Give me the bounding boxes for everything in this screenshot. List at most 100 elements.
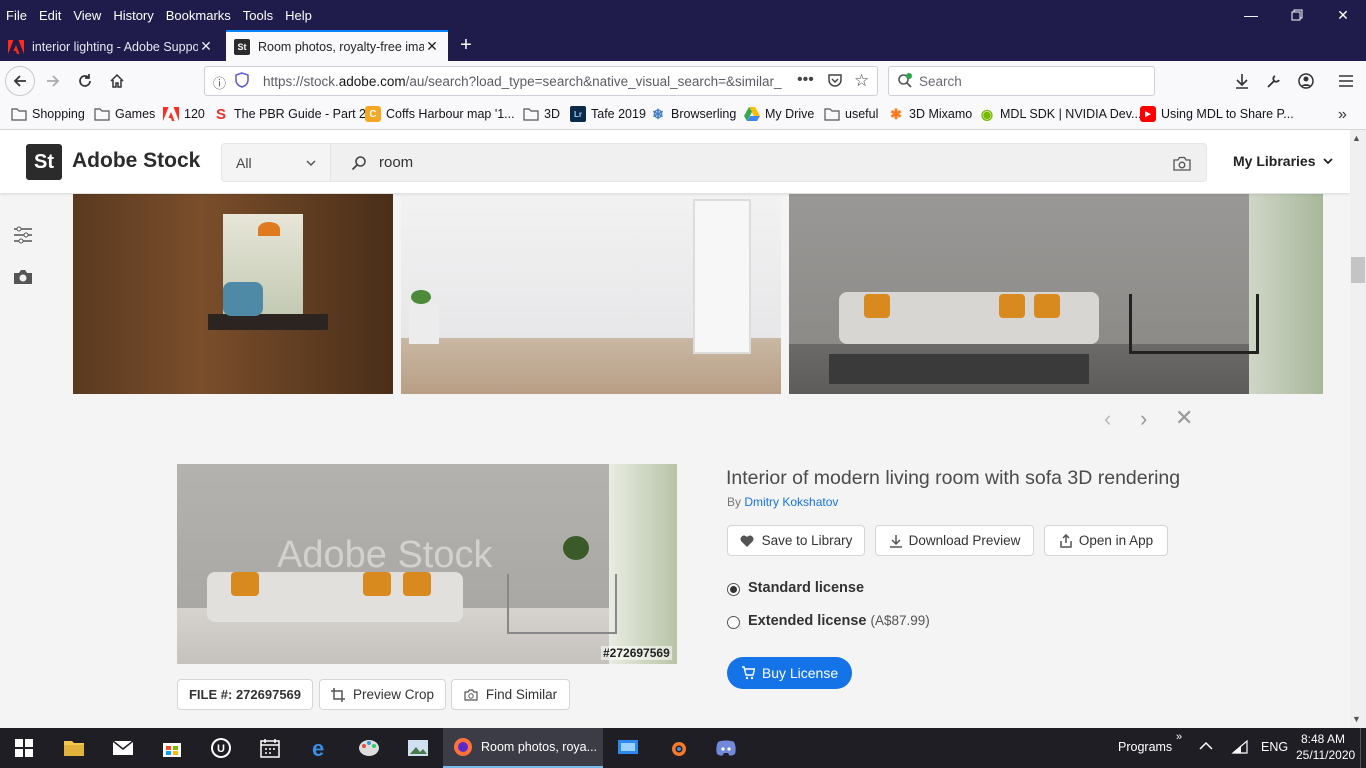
menu-bookmarks[interactable]: Bookmarks [160,8,237,23]
preview-image[interactable]: Adobe Stock #272697569 [177,464,677,664]
tab-interior-lighting[interactable]: interior lighting - Adobe Suppo ✕ [0,32,222,61]
vertical-scrollbar[interactable] [1350,130,1366,728]
language-indicator[interactable]: ENG [1261,740,1288,754]
file-explorer-icon[interactable] [50,728,98,768]
menu-file[interactable]: File [0,8,33,23]
my-libraries-menu[interactable]: My Libraries [1233,153,1334,169]
download-preview-button[interactable]: Download Preview [875,525,1034,556]
network-icon[interactable] [1231,739,1249,758]
programs-overflow-icon[interactable]: » [1176,731,1182,743]
tray-chevron-up-icon[interactable] [1199,740,1213,754]
close-tab-icon[interactable]: ✕ [198,38,214,55]
programs-toolbar[interactable]: Programs [1118,740,1172,754]
save-to-library-button[interactable]: Save to Library [727,525,865,556]
bookmark-mdl-sdk[interactable]: ◉ MDL SDK | NVIDIA Dev... [979,106,1142,122]
edge-icon[interactable]: e [296,728,344,768]
restore-icon[interactable] [1274,0,1320,30]
tab-adobe-stock[interactable]: St Room photos, royalty-free ima ✕ [226,30,448,61]
result-thumbnail-window-boy[interactable] [73,194,393,394]
bookmark-star-icon[interactable]: ☆ [854,71,869,91]
home-icon[interactable] [102,66,132,96]
standard-license-radio[interactable] [727,583,740,596]
preview-crop-label: Preview Crop [352,687,435,702]
adobe-stock-logo-text[interactable]: Adobe Stock [72,149,200,173]
hamburger-menu-icon[interactable] [1331,66,1361,96]
show-desktop-button[interactable] [1360,728,1366,768]
author-link[interactable]: Dmitry Kokshatov [744,495,838,509]
previous-icon[interactable]: ‹ [1104,406,1111,432]
plant-image [411,290,431,304]
close-tab-icon[interactable]: ✕ [424,38,440,55]
mail-icon[interactable] [99,728,147,768]
paint-icon[interactable] [345,728,393,768]
adobe-stock-logo-badge[interactable]: St [26,144,62,180]
image-viewer-icon[interactable] [394,728,442,768]
share-icon [1059,533,1073,548]
find-similar-button[interactable]: Find Similar [451,679,570,710]
bookmark-my-drive[interactable]: My Drive [744,106,814,122]
menu-help[interactable]: Help [279,8,318,23]
forward-icon[interactable] [38,66,68,96]
bookmark-browserling[interactable]: ❄ Browserling [650,106,736,122]
result-thumbnail-living-room[interactable] [789,194,1323,394]
account-icon[interactable] [1291,66,1321,96]
menu-tools[interactable]: Tools [237,8,279,23]
minimize-icon[interactable]: — [1228,0,1274,30]
bookmark-label: The PBR Guide - Part 2 [234,107,367,121]
taskbar-firefox-active[interactable]: Room photos, roya... [443,728,603,768]
unreal-engine-icon[interactable]: U [197,728,245,768]
extended-license-option[interactable]: Extended license (A$87.99) [748,613,930,629]
bookmark-using-mdl[interactable]: ▶ Using MDL to Share P... [1140,106,1294,122]
bookmark-tafe-2019[interactable]: Lr Tafe 2019 [570,106,646,122]
calendar-icon[interactable] [246,728,294,768]
camera-search-icon[interactable] [1173,156,1191,175]
wrench-icon[interactable] [1259,66,1289,96]
menu-edit[interactable]: Edit [33,8,67,23]
bookmark-games[interactable]: Games [94,106,155,122]
remote-desktop-icon[interactable] [604,728,652,768]
stock-search-input[interactable]: room [330,143,1207,182]
buy-license-button[interactable]: Buy License [727,657,852,689]
bookmark-useful[interactable]: useful [824,106,878,122]
blender-icon[interactable] [653,728,701,768]
windows-start-icon[interactable] [0,728,48,768]
microsoft-store-icon[interactable] [148,728,196,768]
reload-icon[interactable] [70,66,100,96]
url-bar[interactable]: ⓘ https://stock.adobe.com/au/search?load… [204,66,878,96]
bookmark-3d[interactable]: 3D [523,106,560,122]
info-icon[interactable]: ⓘ [213,73,229,91]
back-icon[interactable] [5,66,35,96]
bookmark-coffs-harbour[interactable]: C Coffs Harbour map '1... [365,106,515,122]
bookmark-shopping[interactable]: Shopping [11,106,85,122]
menu-history[interactable]: History [107,8,159,23]
bookmark-mixamo[interactable]: ✱ 3D Mixamo [888,106,972,122]
search-scope-dropdown[interactable]: All [221,143,331,182]
scrollbar-thumb[interactable] [1351,257,1365,283]
result-thumbnail-empty-room[interactable] [401,194,781,394]
downloads-icon[interactable] [1227,66,1257,96]
preview-crop-button[interactable]: Preview Crop [319,679,446,710]
bookmarks-overflow-icon[interactable]: » [1338,106,1347,124]
next-icon[interactable]: › [1140,406,1147,432]
close-detail-icon[interactable]: ✕ [1175,405,1193,431]
scroll-down-icon[interactable]: ▼ [1352,714,1361,724]
glass-wall-image [609,464,677,664]
browser-search-field[interactable]: Search [888,66,1155,96]
page-actions-icon[interactable]: ••• [797,71,814,89]
filters-icon[interactable] [12,224,34,246]
new-tab-icon[interactable]: + [453,32,479,58]
visual-search-camera-icon[interactable] [12,266,34,288]
clock[interactable]: 8:48 AM 25/11/2020 [1296,731,1355,763]
shield-icon[interactable] [235,72,249,91]
scroll-up-icon[interactable]: ▲ [1352,133,1361,143]
chairs-image [1129,294,1259,354]
standard-license-label[interactable]: Standard license [748,580,864,596]
discord-icon[interactable] [702,728,750,768]
pocket-icon[interactable] [827,73,843,92]
menu-view[interactable]: View [67,8,107,23]
bookmark-pbr-guide[interactable]: S The PBR Guide - Part 2 [213,106,367,123]
open-in-app-button[interactable]: Open in App [1044,525,1168,556]
bookmark-120[interactable]: 120 [163,106,205,122]
close-window-icon[interactable]: ✕ [1320,0,1366,30]
extended-license-radio[interactable] [727,616,740,629]
